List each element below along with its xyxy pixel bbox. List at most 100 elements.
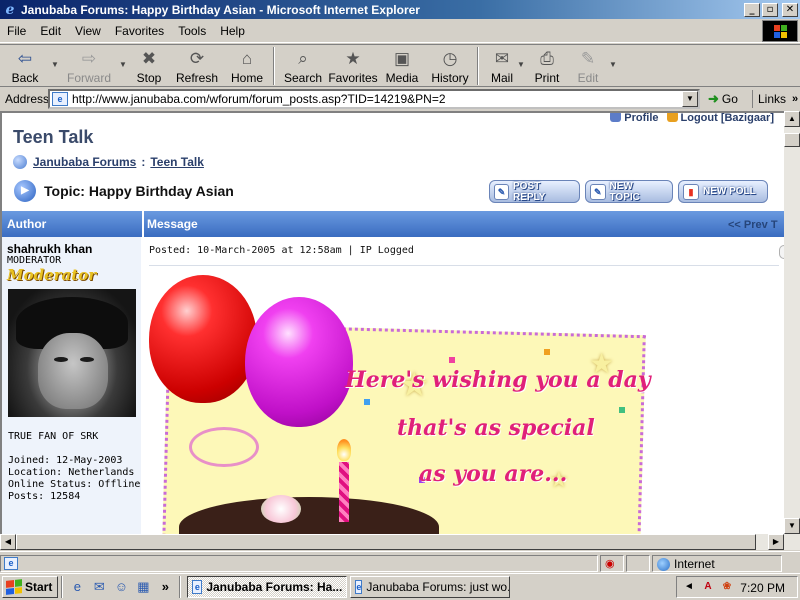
post-author-panel: shahrukh khan MODERATOR Moderator TRUE F… bbox=[2, 237, 143, 534]
quicklaunch-messenger-icon[interactable]: ☺ bbox=[112, 578, 130, 596]
reply-icon: ✎ bbox=[494, 183, 509, 200]
security-panel bbox=[626, 555, 650, 572]
candle bbox=[339, 462, 349, 522]
vertical-scrollbar[interactable]: ▲ ▼ bbox=[784, 111, 800, 534]
avatar-face bbox=[38, 333, 108, 409]
tray-app-icon[interactable]: ❀ bbox=[720, 580, 734, 594]
menu-view[interactable]: View bbox=[68, 24, 108, 38]
acrobat-icon[interactable]: A bbox=[701, 580, 715, 594]
forward-dropdown-icon[interactable]: ▼ bbox=[118, 60, 128, 69]
taskbar-separator bbox=[179, 576, 182, 598]
post-message-panel: Posted: 10-March-2005 at 12:58am | IP Lo… bbox=[145, 237, 784, 534]
history-label: History bbox=[431, 71, 469, 85]
system-tray: ◄ A ❀ 7:20 PM bbox=[676, 576, 798, 598]
scroll-left-button[interactable]: ◀ bbox=[0, 534, 16, 550]
internet-globe-icon bbox=[657, 557, 670, 571]
minimize-button[interactable]: _ bbox=[744, 2, 760, 17]
quicklaunch-ie-icon[interactable]: e bbox=[68, 578, 86, 596]
scroll-right-button[interactable]: ▶ bbox=[768, 534, 784, 550]
post-reply-button[interactable]: ✎ POST REPLY bbox=[489, 180, 580, 203]
menu-bar: File Edit View Favorites Tools Help bbox=[0, 19, 800, 43]
favorites-button[interactable]: ★ Favorites bbox=[328, 45, 378, 86]
topic-heading: ▶ Topic: Happy Birthday Asian bbox=[14, 180, 234, 202]
quicklaunch-desktop-icon[interactable]: ▦ bbox=[134, 578, 152, 596]
page-viewport[interactable]: Profile Logout [Bazigaar] Teen Talk Janu… bbox=[0, 111, 784, 534]
author-joined: Joined: 12-May-2003 bbox=[8, 455, 123, 466]
user-links: Profile Logout [Bazigaar] bbox=[610, 113, 774, 124]
mail-icon: ✉ bbox=[494, 49, 510, 68]
home-button[interactable]: ⌂ Home bbox=[224, 45, 270, 86]
horizontal-scrollbar[interactable]: ◀ ▶ bbox=[0, 534, 800, 550]
avatar-eye bbox=[54, 357, 68, 362]
edit-dropdown-icon[interactable]: ▼ bbox=[608, 60, 618, 69]
message-column-header: Message bbox=[147, 217, 198, 231]
profile-link[interactable]: Profile bbox=[610, 113, 659, 124]
new-poll-label: NEW POLL bbox=[703, 186, 756, 197]
address-dropdown-button[interactable]: ▼ bbox=[682, 91, 698, 107]
back-button[interactable]: ⇦ Back bbox=[0, 45, 50, 86]
menu-edit[interactable]: Edit bbox=[33, 24, 68, 38]
logout-icon bbox=[666, 113, 678, 122]
print-label: Print bbox=[534, 71, 560, 85]
favorites-folder-icon: ★ bbox=[345, 49, 361, 68]
scroll-up-button[interactable]: ▲ bbox=[784, 111, 800, 127]
media-button[interactable]: ▣ Media bbox=[378, 45, 426, 86]
address-url[interactable]: http://www.janubaba.com/wforum/forum_pos… bbox=[72, 92, 682, 106]
clock[interactable]: 7:20 PM bbox=[740, 581, 785, 595]
links-button[interactable]: Links » bbox=[752, 90, 798, 108]
volume-icon[interactable]: ◄ bbox=[682, 580, 696, 594]
task-button[interactable]: e Janubaba Forums: just wo... bbox=[350, 576, 511, 598]
new-topic-button[interactable]: ✎ NEW TOPIC bbox=[585, 180, 673, 203]
windows-flag-icon bbox=[6, 579, 22, 595]
forward-button[interactable]: ⇨ Forward bbox=[60, 45, 118, 86]
stop-button[interactable]: ✖ Stop bbox=[128, 45, 170, 86]
breadcrumb-link-home[interactable]: Janubaba Forums bbox=[33, 155, 136, 169]
new-topic-label: NEW TOPIC bbox=[609, 180, 640, 203]
chevron-right-icon: » bbox=[792, 93, 799, 105]
prev-topic-link[interactable]: << Prev T bbox=[728, 219, 778, 231]
forum-title: Teen Talk bbox=[13, 127, 94, 147]
maximize-button[interactable]: ▫ bbox=[762, 2, 778, 17]
post-timestamp: Posted: 10-March-2005 at 12:58am | IP Lo… bbox=[149, 245, 414, 256]
printer-icon: ⎙ bbox=[540, 49, 554, 68]
logout-link[interactable]: Logout [Bazigaar] bbox=[666, 113, 774, 124]
go-button[interactable]: ➜ Go bbox=[708, 90, 738, 108]
quicklaunch-outlook-icon[interactable]: ✉ bbox=[90, 578, 108, 596]
title-bar[interactable]: e Janubaba Forums: Happy Birthday Asian … bbox=[0, 0, 800, 19]
quicklaunch-chevron-icon[interactable]: » bbox=[156, 578, 174, 596]
menu-file[interactable]: File bbox=[0, 24, 33, 38]
breadcrumb-link-forum[interactable]: Teen Talk bbox=[150, 155, 204, 169]
status-text-panel: e bbox=[0, 555, 598, 572]
search-button[interactable]: ⌕ Search bbox=[278, 45, 328, 86]
author-name[interactable]: shahrukh khan bbox=[7, 242, 92, 256]
history-button[interactable]: ◷ History bbox=[426, 45, 474, 86]
profile-icon bbox=[610, 113, 622, 122]
toolbar-separator bbox=[477, 47, 479, 85]
new-poll-button[interactable]: ▮ NEW POLL bbox=[678, 180, 768, 203]
menu-tools[interactable]: Tools bbox=[171, 24, 213, 38]
card-line-2: that's as special bbox=[397, 415, 595, 441]
task-button-active[interactable]: e Janubaba Forums: Ha... bbox=[187, 576, 348, 598]
menu-favorites[interactable]: Favorites bbox=[108, 24, 171, 38]
new-topic-icon: ✎ bbox=[590, 183, 606, 200]
edit-button[interactable]: ✎ Edit bbox=[568, 45, 608, 86]
scroll-down-button[interactable]: ▼ bbox=[784, 518, 800, 534]
close-button[interactable]: ✕ bbox=[782, 2, 798, 17]
start-button[interactable]: Start bbox=[2, 576, 59, 598]
task-label: Janubaba Forums: just wo... bbox=[366, 580, 511, 594]
mail-label: Mail bbox=[490, 71, 513, 85]
scroll-thumb[interactable] bbox=[784, 133, 800, 147]
menu-help[interactable]: Help bbox=[213, 24, 252, 38]
privacy-panel[interactable]: ◉ bbox=[600, 555, 624, 572]
back-dropdown-icon[interactable]: ▼ bbox=[50, 60, 60, 69]
horizontal-scroll-thumb[interactable] bbox=[16, 534, 756, 550]
standard-toolbar: ⇦ Back ▼ ⇨ Forward ▼ ✖ Stop ⟳ Refresh ⌂ … bbox=[0, 44, 800, 87]
print-button[interactable]: ⎙ Print bbox=[526, 45, 568, 86]
address-input[interactable]: e http://www.janubaba.com/wforum/forum_p… bbox=[48, 89, 700, 109]
mail-dropdown-icon[interactable]: ▼ bbox=[516, 60, 526, 69]
refresh-button[interactable]: ⟳ Refresh bbox=[170, 45, 224, 86]
address-bar: Address e http://www.janubaba.com/wforum… bbox=[0, 88, 800, 110]
confetti-decoration bbox=[364, 399, 370, 405]
play-arrow-icon: ▶ bbox=[14, 180, 36, 202]
confetti-decoration bbox=[544, 349, 550, 355]
